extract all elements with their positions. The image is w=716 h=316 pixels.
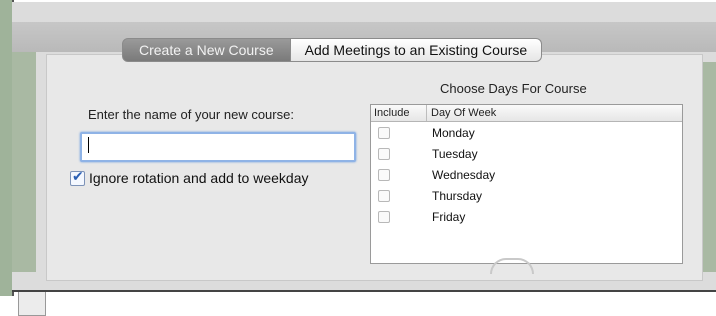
course-name-label: Enter the name of your new course: — [88, 107, 294, 122]
table-row: Tuesday — [371, 143, 682, 164]
ignore-rotation-option[interactable]: ✔ Ignore rotation and add to weekday — [70, 167, 309, 186]
day-label: Tuesday — [432, 146, 478, 161]
background-shape — [490, 258, 534, 274]
include-checkbox[interactable] — [378, 168, 390, 181]
table-header: Include Day Of Week — [371, 105, 682, 122]
day-label: Friday — [432, 209, 466, 224]
tab-add-meetings[interactable]: Add Meetings to an Existing Course — [290, 38, 543, 62]
course-name-input[interactable] — [80, 132, 356, 162]
include-column-header[interactable]: Include — [371, 105, 427, 121]
day-label: Thursday — [432, 188, 483, 203]
day-label: Wednesday — [432, 167, 496, 182]
day-label: Monday — [432, 125, 475, 140]
background-panel-left — [12, 52, 36, 272]
day-column-header[interactable]: Day Of Week — [427, 105, 496, 121]
dialog-window: Create a New Course Add Meetings to an E… — [12, 2, 716, 292]
background-window-tab — [18, 290, 46, 316]
days-title: Choose Days For Course — [440, 81, 587, 96]
include-checkbox[interactable] — [378, 147, 390, 160]
ignore-rotation-label: Ignore rotation and add to weekday — [89, 170, 309, 186]
days-table: Include Day Of Week Monday Tuesday Wedne… — [370, 104, 683, 264]
text-caret — [88, 137, 89, 153]
table-row: Friday — [371, 206, 682, 227]
table-row: Wednesday — [371, 164, 682, 185]
include-checkbox[interactable] — [378, 189, 390, 202]
tab-create-course[interactable]: Create a New Course — [122, 38, 291, 62]
checkmark-icon: ✔ — [72, 167, 84, 184]
include-checkbox[interactable] — [378, 210, 390, 223]
include-checkbox[interactable] — [378, 126, 390, 139]
table-row: Thursday — [371, 185, 682, 206]
ignore-rotation-checkbox[interactable]: ✔ — [70, 167, 85, 186]
table-row: Monday — [371, 122, 682, 143]
segmented-tab-bar: Create a New Course Add Meetings to an E… — [122, 38, 543, 62]
